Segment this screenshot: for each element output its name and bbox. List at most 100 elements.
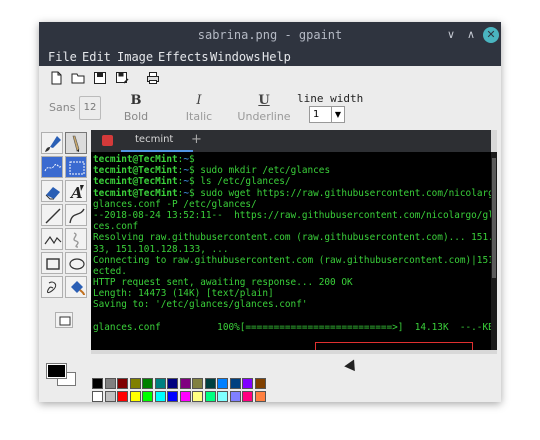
font-size-field[interactable]: 12 <box>79 96 101 120</box>
underline-button[interactable]: U Underline <box>235 94 293 124</box>
line-width-label: line width <box>297 92 364 105</box>
terminal-screenshot: tecmint + tecmint@TecMint:~$ tecmint@TecM… <box>91 130 491 350</box>
menu-windows[interactable]: Windows <box>210 50 261 64</box>
terminal-line: Saving to: '/etc/glances/glances.conf' <box>93 299 308 311</box>
foreground-color-swatch[interactable] <box>47 364 66 378</box>
terminal-line: tecmint@TecMint:~$ <box>93 154 491 165</box>
terminal-scrollbar <box>491 152 497 350</box>
gpaint-window: sabrina.png - gpaint ∨ ∧ ✕ File Edit Ima… <box>39 22 501 402</box>
terminal-prompt: tecmint@TecMint <box>93 176 178 188</box>
color-swatch[interactable] <box>192 391 203 402</box>
color-swatch[interactable] <box>129 391 141 402</box>
color-swatch[interactable] <box>179 378 191 389</box>
italic-button[interactable]: I Italic <box>179 93 219 124</box>
save-icon[interactable] <box>93 71 107 85</box>
terminal-line: Connecting to raw.githubusercontent.com … <box>93 254 491 266</box>
terminal-line: 33, 151.101.128.133, ... <box>93 243 229 255</box>
shape-fill-icon[interactable] <box>55 312 73 328</box>
color-swatch[interactable] <box>92 391 103 402</box>
terminal-tab-label: tecmint <box>135 134 174 145</box>
lasso-select-tool-icon[interactable] <box>41 156 63 178</box>
multiline-tool-icon[interactable] <box>41 228 63 250</box>
rectangle-tool-icon[interactable] <box>41 252 63 274</box>
fg-bg-color-indicator[interactable] <box>47 364 76 388</box>
menu-help[interactable]: Help <box>262 50 291 64</box>
bold-button[interactable]: B Bold <box>119 93 153 124</box>
terminal-prompt: tecmint@TecMint <box>93 154 178 165</box>
color-swatch[interactable] <box>217 378 228 389</box>
color-swatch[interactable] <box>204 378 216 389</box>
new-file-icon[interactable] <box>49 71 63 85</box>
italic-glyph: I <box>196 93 202 108</box>
line-tool-icon[interactable] <box>41 204 63 226</box>
menu-effects[interactable]: Effects <box>158 50 209 64</box>
italic-label: Italic <box>185 110 213 123</box>
terminal-prompt: tecmint@TecMint <box>93 187 178 199</box>
curve-tool-icon[interactable] <box>65 204 87 226</box>
line-width-select[interactable]: 1 ▼ <box>309 106 345 123</box>
terminal-command: $ sudo wget https://raw.githubuserconten… <box>188 187 491 199</box>
color-swatch[interactable] <box>229 378 241 389</box>
color-swatch[interactable] <box>242 378 253 389</box>
menu-file[interactable]: File <box>48 50 77 64</box>
open-folder-icon[interactable] <box>71 71 85 85</box>
color-swatch[interactable] <box>104 378 116 389</box>
color-swatch[interactable] <box>242 391 253 402</box>
text-tool-icon[interactable]: A <box>65 180 87 202</box>
terminal-line: tecmint@TecMint:~$ ls /etc/glances/ <box>93 176 491 187</box>
color-swatch[interactable] <box>104 391 116 402</box>
terminal-command: $ ls /etc/glances/ <box>188 176 291 188</box>
line-width-value: 1 <box>313 109 320 120</box>
menu-edit[interactable]: Edit <box>82 50 111 64</box>
pencil-tool-icon[interactable] <box>65 132 87 154</box>
eraser-tool-icon[interactable] <box>41 180 63 202</box>
color-swatch[interactable] <box>92 378 103 389</box>
save-as-icon[interactable] <box>115 71 129 85</box>
color-swatch[interactable] <box>229 391 241 402</box>
selection-rectangle <box>315 342 473 350</box>
title-bar[interactable]: sabrina.png - gpaint ∨ ∧ ✕ <box>39 22 501 48</box>
color-swatch[interactable] <box>192 378 203 389</box>
color-swatch[interactable] <box>154 391 166 402</box>
oval-tool-icon[interactable] <box>65 252 87 274</box>
freeform-curve-tool-icon[interactable] <box>65 228 87 250</box>
terminal-line: ces.conf <box>93 221 139 233</box>
color-swatch[interactable] <box>167 378 178 389</box>
paint-brush-tool-icon[interactable] <box>41 132 63 154</box>
color-swatch[interactable] <box>142 378 153 389</box>
color-swatch[interactable] <box>129 378 141 389</box>
font-name-button[interactable]: Sans <box>49 101 75 114</box>
maximize-button[interactable]: ∧ <box>463 27 479 43</box>
terminal-line: Length: 14473 (14K) [text/plain] <box>93 288 274 300</box>
color-swatch[interactable] <box>254 391 266 402</box>
print-icon[interactable] <box>146 71 160 85</box>
terminal-scroll-thumb <box>492 158 496 278</box>
freeform-shape-tool-icon[interactable] <box>41 276 63 298</box>
color-swatch[interactable] <box>217 391 228 402</box>
color-swatch[interactable] <box>204 391 216 402</box>
fill-tool-icon[interactable] <box>65 276 87 298</box>
terminal-prompt: tecmint@TecMint <box>93 165 178 177</box>
terminal-line: glances.conf -P /etc/glances/ <box>93 198 257 210</box>
color-swatch[interactable] <box>179 391 191 402</box>
color-swatch[interactable] <box>117 378 128 389</box>
color-swatch[interactable] <box>117 391 128 402</box>
text-toolbar: Sans 12 B Bold I Italic U Underline line… <box>39 90 501 130</box>
menu-image[interactable]: Image <box>117 50 153 64</box>
terminal-icon <box>102 135 113 146</box>
tool-palette: A <box>39 130 91 354</box>
main-toolbar <box>39 66 501 90</box>
minimize-button[interactable]: ∨ <box>443 27 459 43</box>
terminal-output: tecmint@TecMint:~$ tecmint@TecMint:~$ sud… <box>93 154 491 333</box>
color-swatch[interactable] <box>154 378 166 389</box>
close-button[interactable]: ✕ <box>483 27 499 43</box>
color-swatch[interactable] <box>142 391 153 402</box>
color-swatch[interactable] <box>167 391 178 402</box>
drawing-canvas[interactable]: tecmint + tecmint@TecMint:~$ tecmint@TecM… <box>91 130 497 358</box>
terminal-line: --2018-08-24 13:52:11-- https://raw.gith… <box>93 209 491 221</box>
color-swatch[interactable] <box>254 378 266 389</box>
terminal-line: Resolving raw.githubusercontent.com (raw… <box>93 232 491 244</box>
bold-glyph: B <box>130 93 142 108</box>
freehand-select-tool-icon[interactable] <box>65 156 87 178</box>
